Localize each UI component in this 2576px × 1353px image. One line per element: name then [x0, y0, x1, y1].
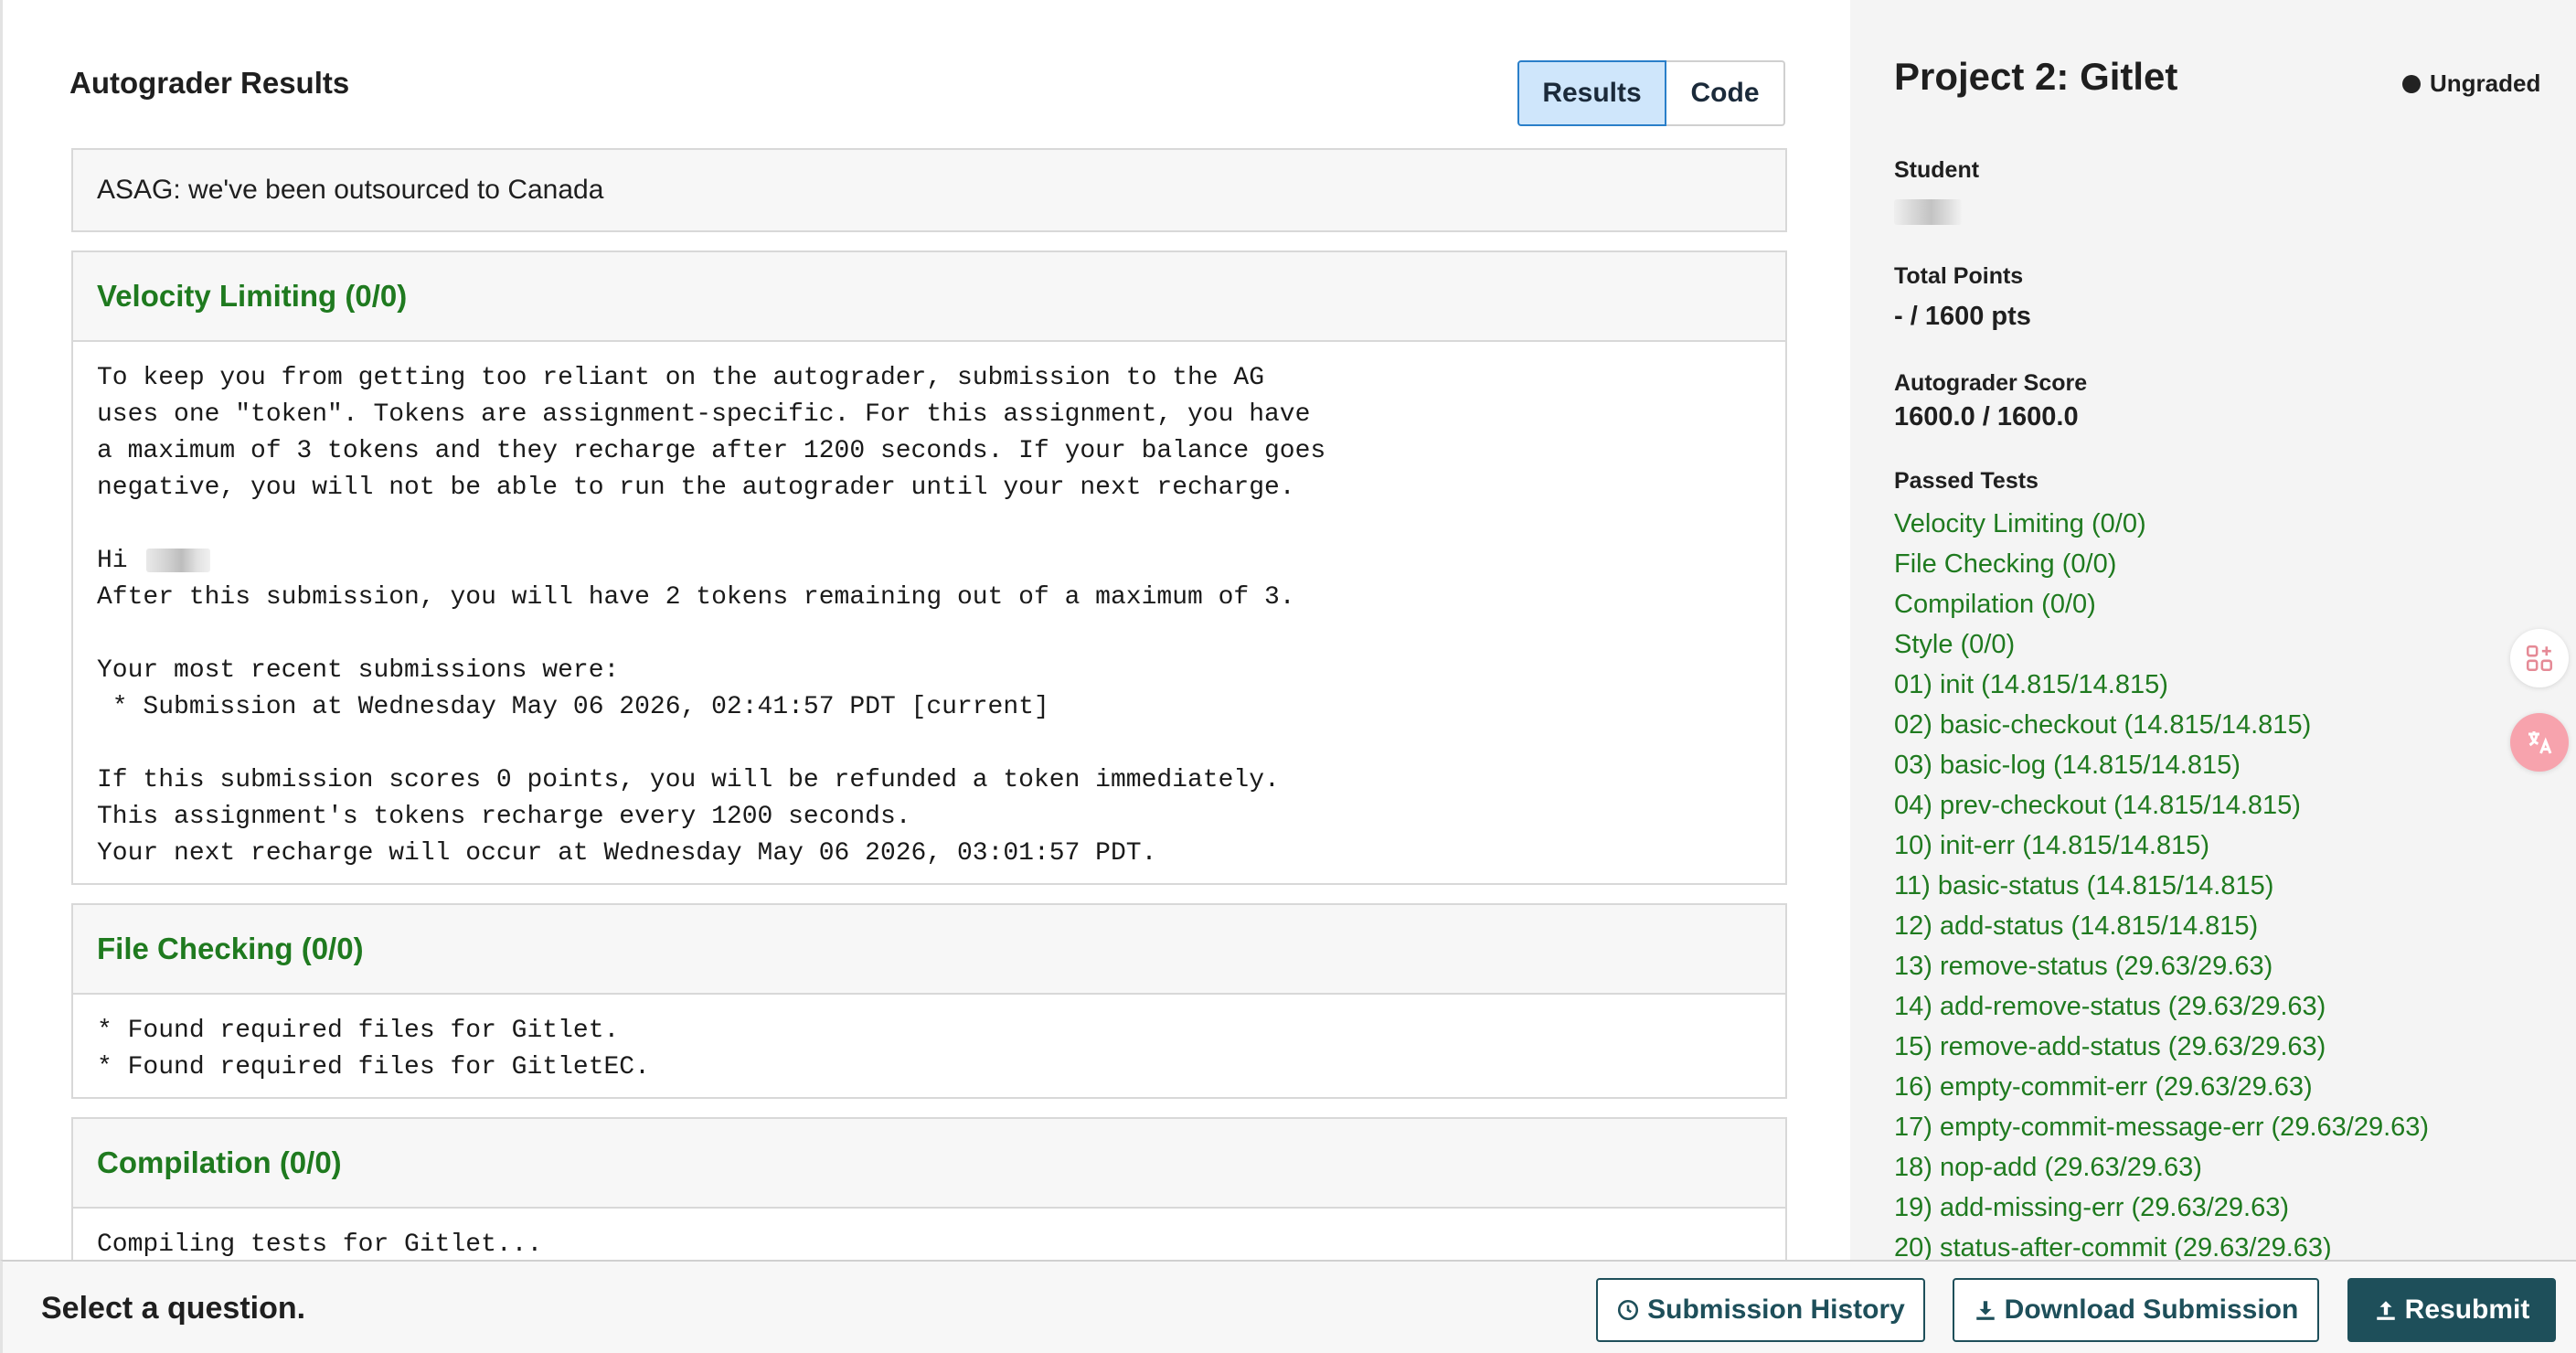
- upload-icon: [2376, 1301, 2395, 1320]
- passed-tests-label: Passed Tests: [1894, 468, 2038, 494]
- section-output: * Found required files for Gitlet. * Fou…: [97, 1017, 650, 1081]
- tab-results[interactable]: Results: [1517, 60, 1666, 126]
- test-link[interactable]: 13) remove-status (29.63/29.63): [1894, 946, 2429, 986]
- status-badge: Ungraded: [2402, 69, 2540, 98]
- submission-sidebar: Project 2: Gitlet Ungraded Student Total…: [1850, 0, 2576, 1260]
- output-text: After this submission, you will have 2 t…: [97, 583, 1295, 868]
- translate-icon: [2528, 731, 2552, 754]
- section-output: Compiling tests for Gitlet...: [97, 1230, 543, 1259]
- test-link[interactable]: Velocity Limiting (0/0): [1894, 504, 2429, 544]
- student-label: Student: [1894, 157, 1980, 183]
- test-link[interactable]: 02) basic-checkout (14.815/14.815): [1894, 705, 2429, 745]
- button-label: Download Submission: [2004, 1294, 2299, 1325]
- download-icon: [1975, 1301, 1995, 1320]
- status-text: Ungraded: [2430, 69, 2541, 97]
- test-link[interactable]: 16) empty-commit-err (29.63/29.63): [1894, 1067, 2429, 1107]
- test-link[interactable]: 14) add-remove-status (29.63/29.63): [1894, 986, 2429, 1027]
- test-link[interactable]: 10) init-err (14.815/14.815): [1894, 826, 2429, 866]
- output-text: To keep you from getting too reliant on …: [97, 364, 1326, 575]
- translate-widget-button[interactable]: [2510, 713, 2569, 772]
- autograder-results-panel: Autograder Results Results Code ASAG: we…: [0, 0, 1850, 1260]
- section-file-checking: File Checking (0/0) * Found required fil…: [71, 903, 1787, 1099]
- clock-icon: [1618, 1299, 1639, 1321]
- passed-tests-list: Velocity Limiting (0/0) File Checking (0…: [1894, 504, 2429, 1260]
- action-footer: Select a question. Submission History Do…: [0, 1260, 2576, 1353]
- button-label: Submission History: [1647, 1294, 1905, 1325]
- page-title: Autograder Results: [69, 66, 350, 100]
- test-link[interactable]: Compilation (0/0): [1894, 584, 2429, 624]
- submission-history-button[interactable]: Submission History: [1596, 1278, 1925, 1342]
- section-title: Velocity Limiting (0/0): [73, 252, 1785, 342]
- test-link[interactable]: 11) basic-status (14.815/14.815): [1894, 866, 2429, 906]
- section-title: File Checking (0/0): [73, 905, 1785, 995]
- apps-widget-button[interactable]: [2510, 629, 2569, 687]
- question-prompt: Select a question.: [41, 1291, 306, 1326]
- test-link[interactable]: Style (0/0): [1894, 624, 2429, 665]
- test-link[interactable]: 20) status-after-commit (29.63/29.63): [1894, 1228, 2429, 1260]
- test-link[interactable]: 18) nop-add (29.63/29.63): [1894, 1147, 2429, 1188]
- test-link[interactable]: 04) prev-checkout (14.815/14.815): [1894, 785, 2429, 826]
- section-output: To keep you from getting too reliant on …: [73, 342, 1785, 890]
- apps-icon: [2526, 645, 2553, 672]
- test-link[interactable]: 17) empty-commit-message-err (29.63/29.6…: [1894, 1107, 2429, 1147]
- test-link[interactable]: File Checking (0/0): [1894, 544, 2429, 584]
- download-submission-button[interactable]: Download Submission: [1953, 1278, 2319, 1342]
- redacted-student-name: [1894, 199, 1962, 225]
- project-title: Project 2: Gitlet: [1894, 55, 2178, 98]
- status-dot-icon: [2402, 74, 2421, 93]
- redacted-name: [146, 548, 211, 572]
- test-link[interactable]: 19) add-missing-err (29.63/29.63): [1894, 1188, 2429, 1228]
- section-compilation: Compilation (0/0) Compiling tests for Gi…: [71, 1117, 1787, 1260]
- total-points-label: Total Points: [1894, 263, 2024, 289]
- resubmit-button[interactable]: Resubmit: [2347, 1278, 2556, 1342]
- view-toggle: Results Code: [1517, 60, 1785, 126]
- section-title: Compilation (0/0): [73, 1119, 1785, 1209]
- autograder-banner: ASAG: we've been outsourced to Canada: [71, 148, 1787, 232]
- total-points-value: - / 1600 pts: [1894, 302, 2031, 331]
- section-velocity-limiting: Velocity Limiting (0/0) To keep you from…: [71, 250, 1787, 885]
- test-link[interactable]: 03) basic-log (14.815/14.815): [1894, 745, 2429, 785]
- test-link[interactable]: 15) remove-add-status (29.63/29.63): [1894, 1027, 2429, 1067]
- test-link[interactable]: 01) init (14.815/14.815): [1894, 665, 2429, 705]
- autograder-score-label: Autograder Score: [1894, 370, 2088, 396]
- autograder-score-value: 1600.0 / 1600.0: [1894, 402, 2079, 431]
- test-link[interactable]: 12) add-status (14.815/14.815): [1894, 906, 2429, 946]
- tab-code[interactable]: Code: [1666, 60, 1785, 126]
- button-label: Resubmit: [2404, 1294, 2530, 1325]
